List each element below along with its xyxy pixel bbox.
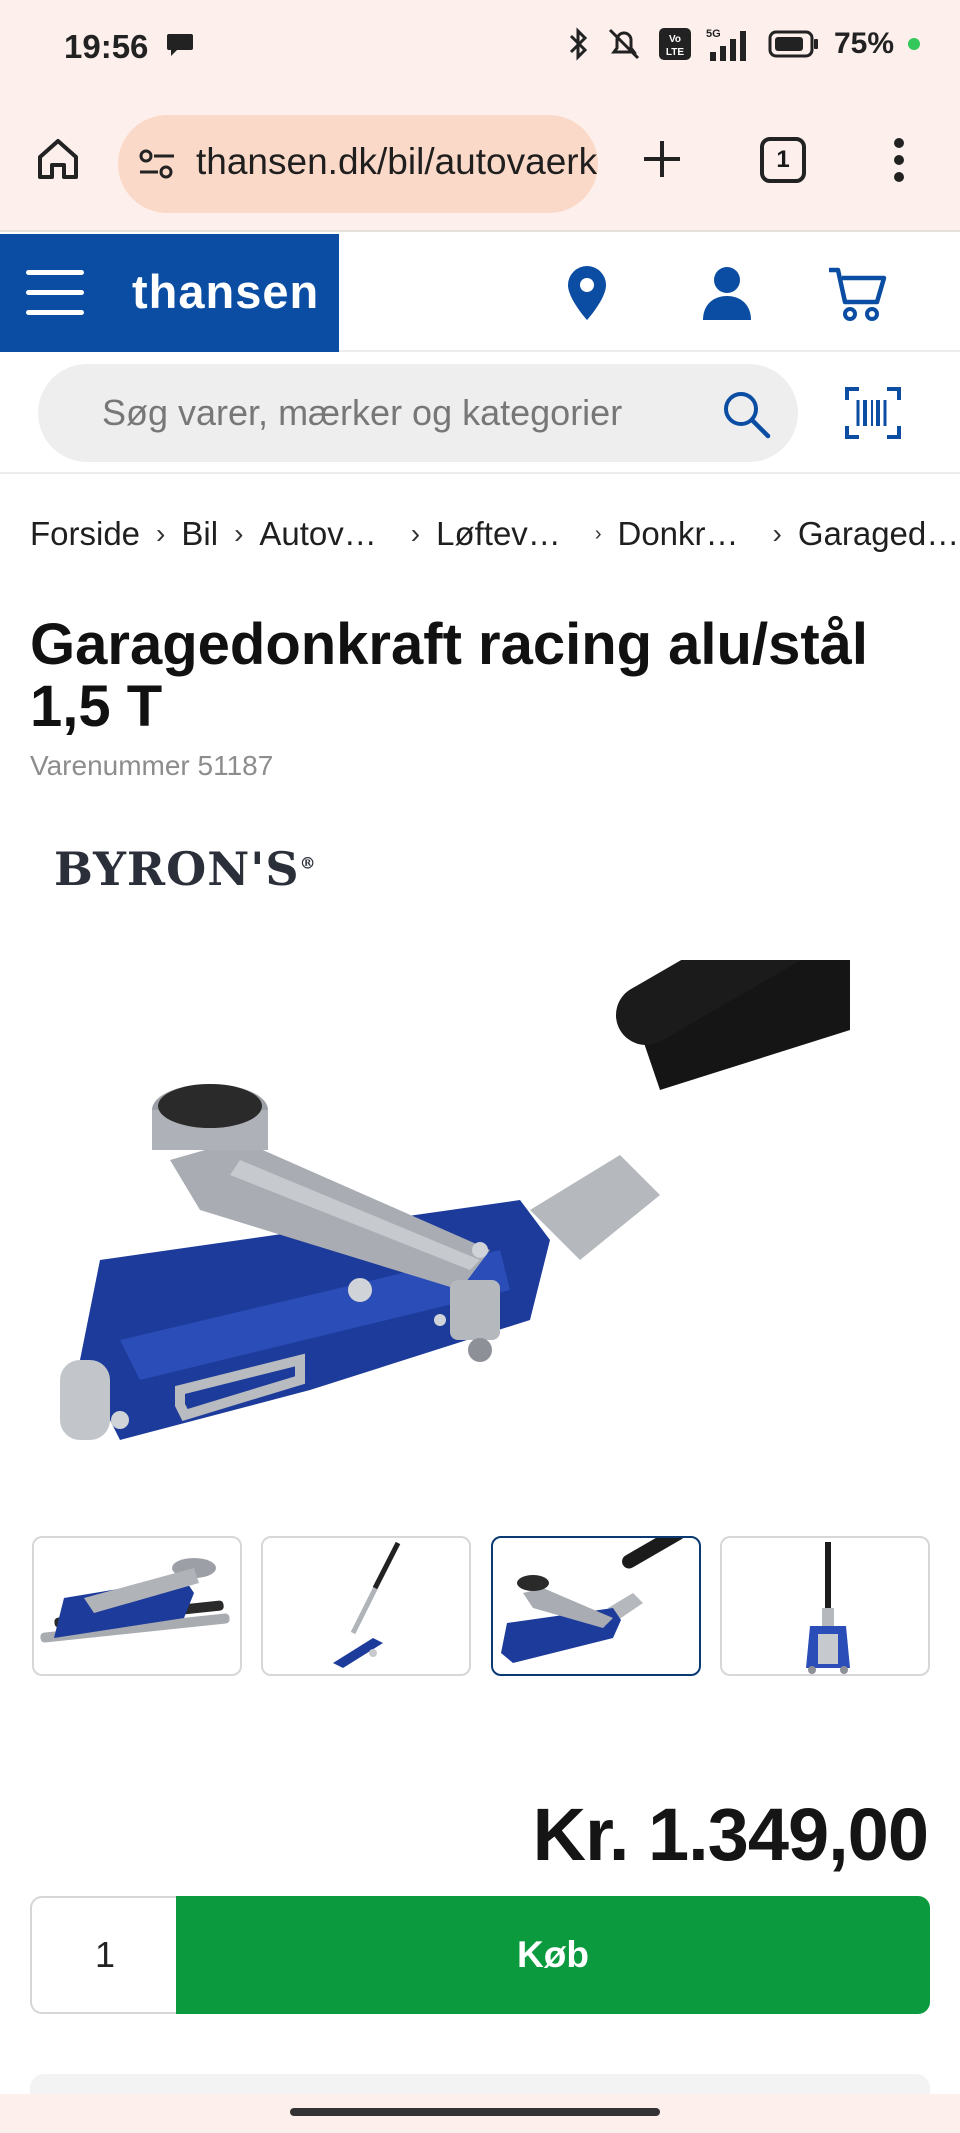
mute-icon bbox=[608, 28, 640, 60]
thumbnail-strip bbox=[32, 1536, 930, 1676]
more-menu-icon[interactable] bbox=[884, 135, 914, 185]
privacy-indicator-dot bbox=[908, 38, 920, 50]
url-text: thansen.dk/bil/autovaerktoej bbox=[196, 141, 598, 182]
thumbnail-3[interactable] bbox=[490, 1536, 701, 1676]
product-title: Garagedonkraft racing alu/stål 1,5 T bbox=[30, 612, 869, 739]
account-icon[interactable] bbox=[696, 262, 758, 324]
status-time: 19:56 bbox=[64, 28, 149, 65]
svg-text:LTE: LTE bbox=[666, 47, 684, 58]
breadcrumb: Forside › Bil › Autov… › Løftev… › Donkr… bbox=[30, 512, 959, 556]
bluetooth-icon bbox=[569, 27, 588, 61]
chevron-right-icon: › bbox=[594, 522, 602, 545]
buy-button[interactable]: Køb bbox=[176, 1896, 930, 2014]
site-header: thansen bbox=[0, 234, 960, 352]
cart-icon[interactable] bbox=[826, 262, 888, 324]
thumbnail-1[interactable] bbox=[32, 1536, 242, 1676]
registered-mark: ® bbox=[299, 853, 317, 873]
home-icon[interactable] bbox=[34, 135, 82, 183]
thumbnail-4[interactable] bbox=[719, 1536, 930, 1676]
chat-bubble-icon bbox=[167, 34, 193, 56]
search-input[interactable] bbox=[102, 392, 672, 434]
search-row bbox=[0, 352, 960, 474]
breadcrumb-item-garagedonkraft[interactable]: Garaged… bbox=[798, 515, 959, 553]
barcode-scanner-icon[interactable] bbox=[845, 386, 901, 440]
hamburger-menu-icon[interactable] bbox=[26, 270, 84, 316]
svg-text:5G: 5G bbox=[706, 28, 721, 40]
volte-icon: Vo LTE bbox=[658, 28, 691, 60]
address-bar[interactable]: thansen.dk/bil/autovaerktoej bbox=[118, 115, 598, 213]
thumbnail-2[interactable] bbox=[261, 1536, 472, 1676]
chevron-right-icon: › bbox=[410, 518, 421, 549]
gesture-handle[interactable] bbox=[290, 2108, 660, 2116]
buy-row: Køb bbox=[30, 1896, 930, 2014]
product-image[interactable] bbox=[60, 960, 900, 1480]
breadcrumb-item-donkraft[interactable]: Donkr… bbox=[617, 515, 738, 553]
search-icon[interactable] bbox=[720, 388, 772, 440]
chevron-right-icon: › bbox=[772, 518, 782, 549]
site-settings-icon[interactable] bbox=[138, 147, 176, 181]
brand-block: thansen bbox=[0, 234, 339, 352]
svg-text:Vo: Vo bbox=[669, 34, 681, 45]
breadcrumb-item-loefteværktoej[interactable]: Løftev… bbox=[436, 515, 561, 553]
quantity-input[interactable] bbox=[30, 1896, 178, 2014]
new-tab-icon[interactable] bbox=[638, 135, 686, 183]
breadcrumb-item-forside[interactable]: Forside bbox=[30, 515, 140, 553]
product-price: Kr. 1.349,00 bbox=[532, 1793, 929, 1876]
breadcrumb-item-bil[interactable]: Bil bbox=[181, 515, 218, 553]
chevron-right-icon: › bbox=[234, 518, 244, 549]
battery-icon bbox=[768, 30, 818, 58]
product-brand-logo[interactable]: BYRON'S® bbox=[54, 842, 317, 896]
status-bar: 19:56 Vo LTE 5G 75% bbox=[0, 0, 960, 95]
product-sku: Varenummer 51187 bbox=[30, 750, 274, 781]
tab-switcher-button[interactable]: 1 bbox=[760, 137, 806, 183]
signal-icon: 5G bbox=[706, 28, 746, 61]
store-location-icon[interactable] bbox=[556, 262, 618, 324]
site-logo[interactable]: thansen bbox=[132, 264, 319, 319]
browser-toolbar: thansen.dk/bil/autovaerktoej 1 bbox=[0, 95, 960, 232]
brand-logo-text: BYRON'S bbox=[54, 842, 300, 896]
search-box[interactable] bbox=[38, 364, 798, 462]
chevron-right-icon: › bbox=[156, 518, 166, 549]
breadcrumb-item-autovaerktoej[interactable]: Autov… bbox=[259, 515, 376, 553]
battery-level: 75% bbox=[833, 27, 894, 60]
